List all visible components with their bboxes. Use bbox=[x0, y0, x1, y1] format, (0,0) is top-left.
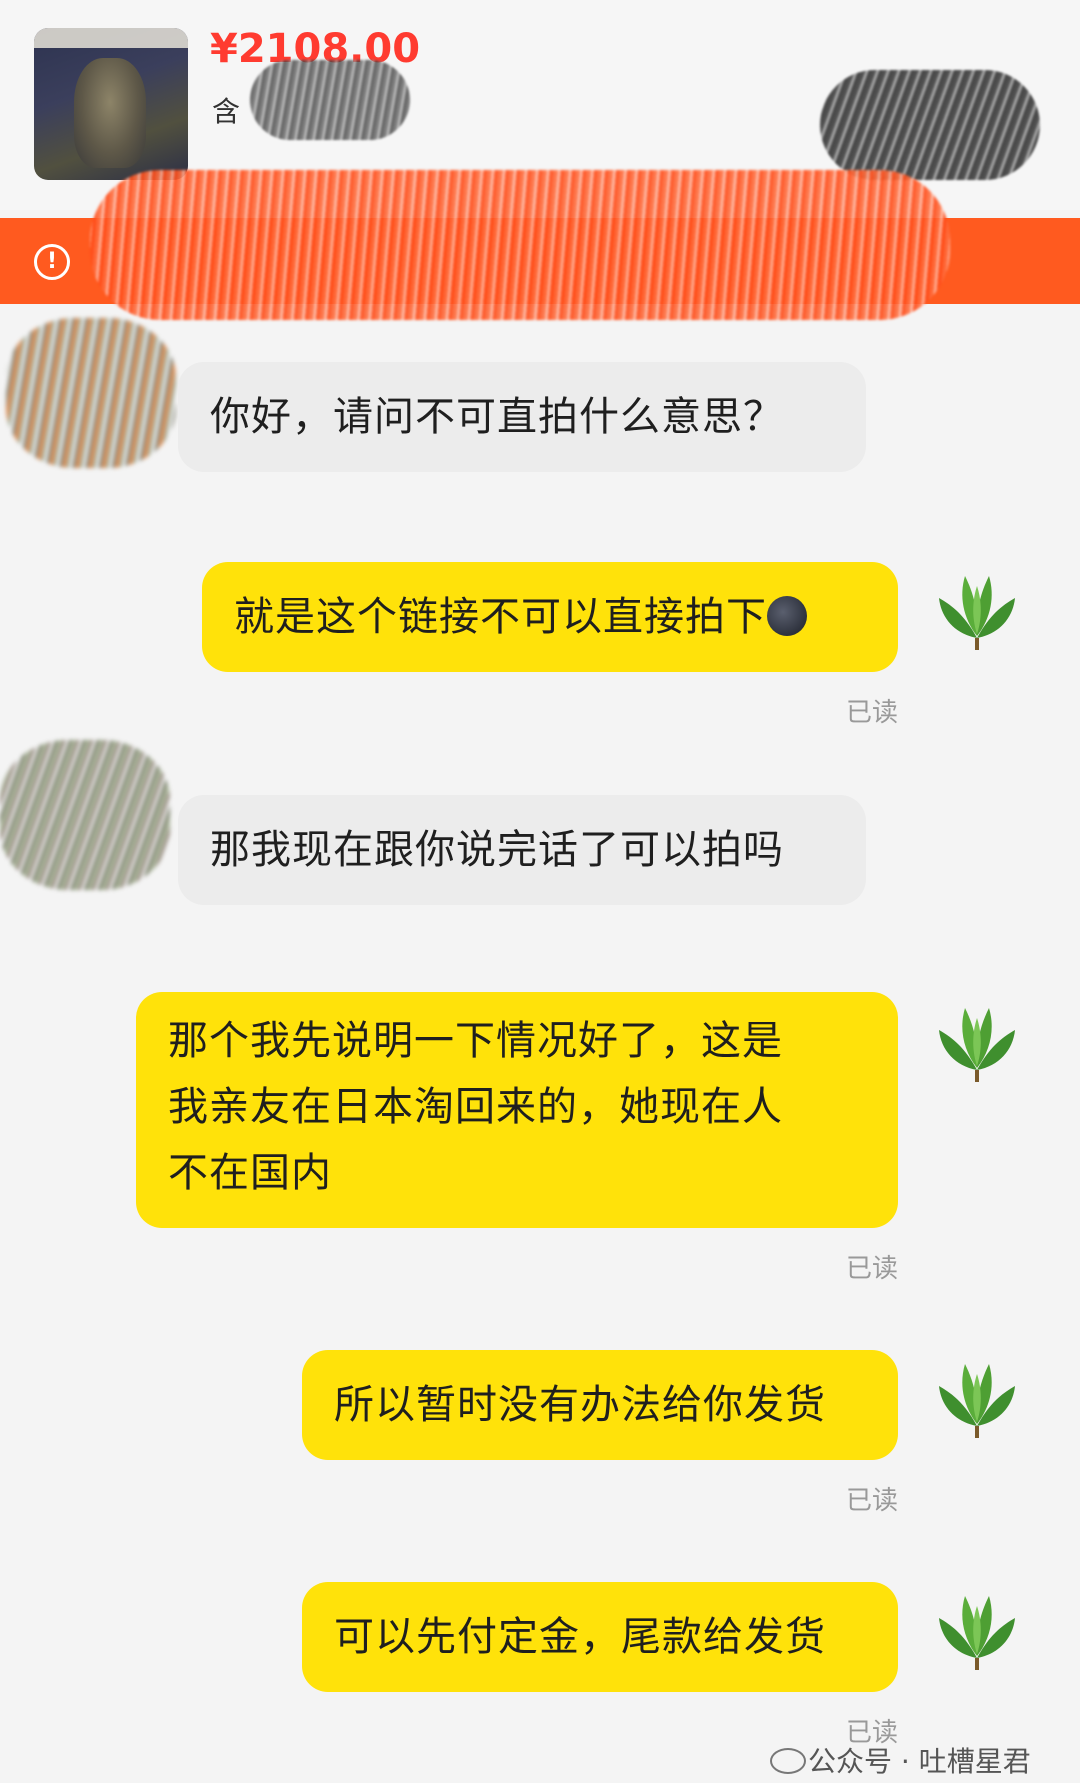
message-text: 就是这个链接不可以直接拍下 bbox=[234, 594, 767, 640]
plant-avatar-icon[interactable] bbox=[935, 1588, 1019, 1672]
message-text: 那我现在跟你说完话了可以拍吗 bbox=[210, 827, 784, 873]
plant-avatar-icon[interactable] bbox=[935, 568, 1019, 652]
message-bubble-outgoing[interactable]: 就是这个链接不可以直接拍下 bbox=[202, 562, 898, 672]
avatar[interactable] bbox=[0, 740, 170, 890]
message-line: 那个我先说明一下情况好了，这是 bbox=[168, 1018, 783, 1064]
message-bubble-incoming[interactable]: 你好，请问不可直拍什么意思？ bbox=[178, 362, 866, 472]
message-text: 所以暂时没有办法给你发货 bbox=[334, 1382, 826, 1428]
message-text: 你好，请问不可直拍什么意思？ bbox=[210, 394, 784, 440]
redaction-scribble bbox=[820, 70, 1040, 180]
redaction-scribble bbox=[250, 60, 410, 140]
figure-image bbox=[74, 58, 146, 168]
message-text: 可以先付定金，尾款给发货 bbox=[334, 1614, 826, 1660]
wechat-icon bbox=[770, 1748, 806, 1774]
message-bubble-outgoing[interactable]: 所以暂时没有办法给你发货 bbox=[302, 1350, 898, 1460]
plant-avatar-icon[interactable] bbox=[935, 1356, 1019, 1440]
product-thumbnail[interactable] bbox=[34, 28, 188, 180]
message-bubble-outgoing[interactable]: 可以先付定金，尾款给发货 bbox=[302, 1582, 898, 1692]
alert-circle-icon: ! bbox=[34, 244, 70, 280]
new-moon-face-icon bbox=[767, 596, 807, 636]
message-bubble-outgoing[interactable]: 那个我先说明一下情况好了，这是 我亲友在日本淘回来的，她现在人 不在国内 bbox=[136, 992, 898, 1228]
read-status: 已读 bbox=[846, 1254, 899, 1284]
read-status: 已读 bbox=[846, 1486, 899, 1516]
product-subtitle: 含 bbox=[212, 95, 241, 128]
message-line: 不在国内 bbox=[168, 1150, 332, 1196]
read-status: 已读 bbox=[846, 698, 899, 728]
box-label-band bbox=[34, 28, 188, 48]
redaction-scribble bbox=[90, 170, 950, 320]
plant-avatar-icon[interactable] bbox=[935, 1000, 1019, 1084]
message-bubble-incoming[interactable]: 那我现在跟你说完话了可以拍吗 bbox=[178, 795, 866, 905]
watermark-text: 公众号 · 吐槽星君 bbox=[808, 1745, 1031, 1778]
message-line: 我亲友在日本淘回来的，她现在人 bbox=[168, 1084, 783, 1130]
avatar[interactable] bbox=[6, 318, 176, 468]
